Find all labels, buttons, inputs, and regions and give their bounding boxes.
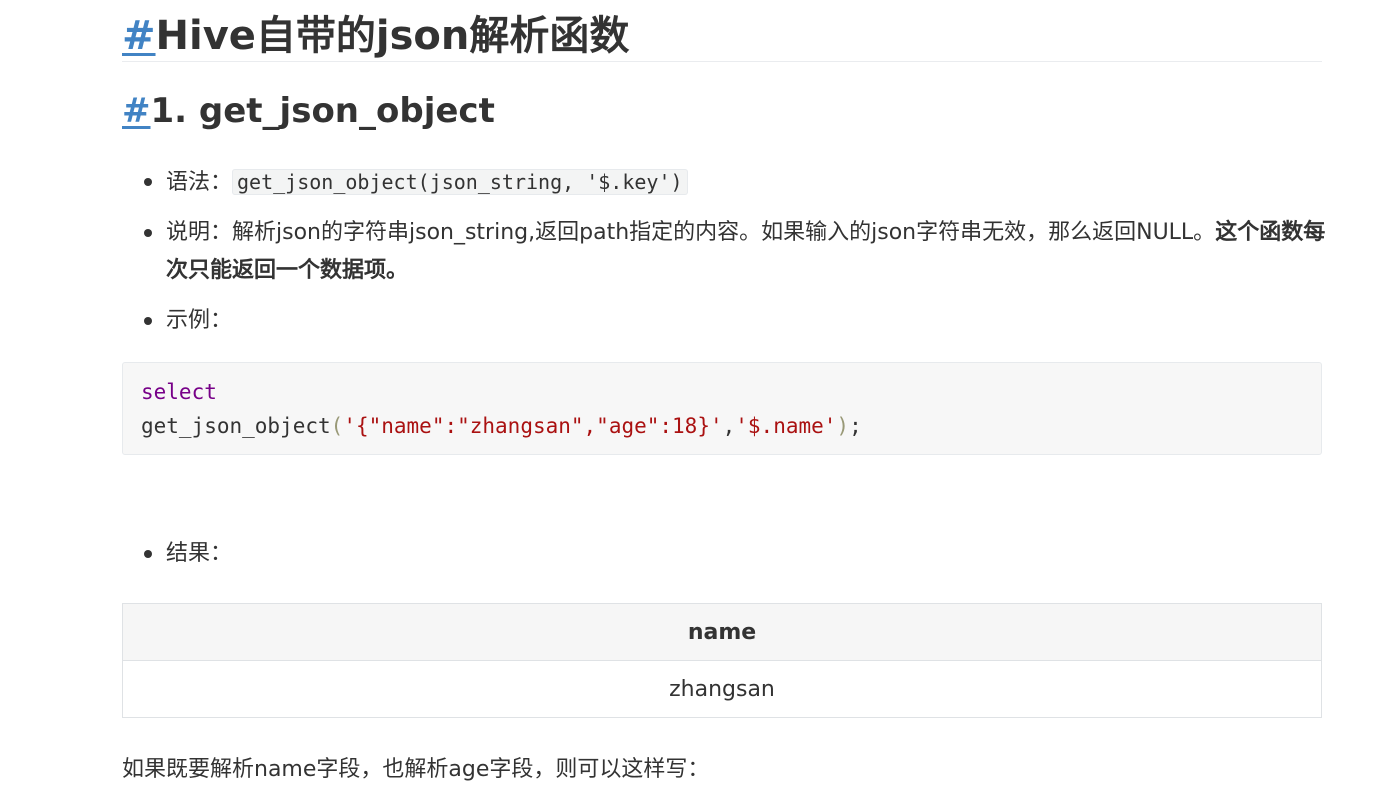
- bullet-icon: [144, 550, 152, 558]
- list-item-syntax: 语法： get_json_object(json_string, '$.key'): [144, 163, 688, 202]
- section-heading-text: 1. get_json_object: [150, 91, 495, 131]
- code-close-paren: ): [836, 414, 850, 438]
- page-title: #Hive自带的json解析函数: [122, 10, 1322, 62]
- section-heading: #1. get_json_object: [122, 88, 495, 134]
- example-label: 示例：: [166, 308, 233, 333]
- syntax-inline-code: get_json_object(json_string, '$.key'): [232, 169, 688, 195]
- bullet-icon: [144, 178, 152, 186]
- paragraph-text: 如果既要解析name字段，也解析age字段，则可以这样写：: [122, 757, 710, 782]
- result-table: name zhangsan: [122, 603, 1322, 718]
- description-text: 解析json的字符串json_string,返回path指定的内容。如果输入的j…: [232, 220, 1216, 245]
- code-string-arg1: '{"name":"zhangsan","age":18}': [343, 414, 723, 438]
- result-label: 结果：: [166, 541, 233, 566]
- list-item-result: 结果：: [144, 535, 233, 573]
- bullet-icon: [144, 229, 152, 237]
- table-header-name: name: [122, 603, 1322, 661]
- list-item-example: 示例：: [144, 302, 233, 340]
- code-comma: ,: [722, 414, 736, 438]
- syntax-label: 语法：: [166, 170, 233, 195]
- code-keyword: select: [141, 380, 217, 404]
- table-header-row: name: [122, 603, 1322, 661]
- heading-anchor-link[interactable]: #: [122, 13, 156, 59]
- code-function: get_json_object: [141, 414, 331, 438]
- table-row: zhangsan: [122, 660, 1322, 718]
- code-semicolon: ;: [849, 414, 862, 438]
- code-open-paren: (: [330, 414, 344, 438]
- table-cell: zhangsan: [122, 660, 1322, 718]
- bullet-icon: [144, 317, 152, 325]
- description-label: 说明：: [166, 220, 233, 245]
- section-anchor-link[interactable]: #: [122, 91, 151, 131]
- code-content: select get_json_object('{"name":"zhangsa…: [141, 375, 862, 443]
- code-block[interactable]: select get_json_object('{"name":"zhangsa…: [122, 362, 1322, 455]
- code-string-arg2: '$.name': [735, 414, 837, 438]
- page-title-text: Hive自带的json解析函数: [155, 13, 630, 59]
- list-item-description: 说明：解析json的字符串json_string,返回path指定的内容。如果输…: [144, 214, 1326, 290]
